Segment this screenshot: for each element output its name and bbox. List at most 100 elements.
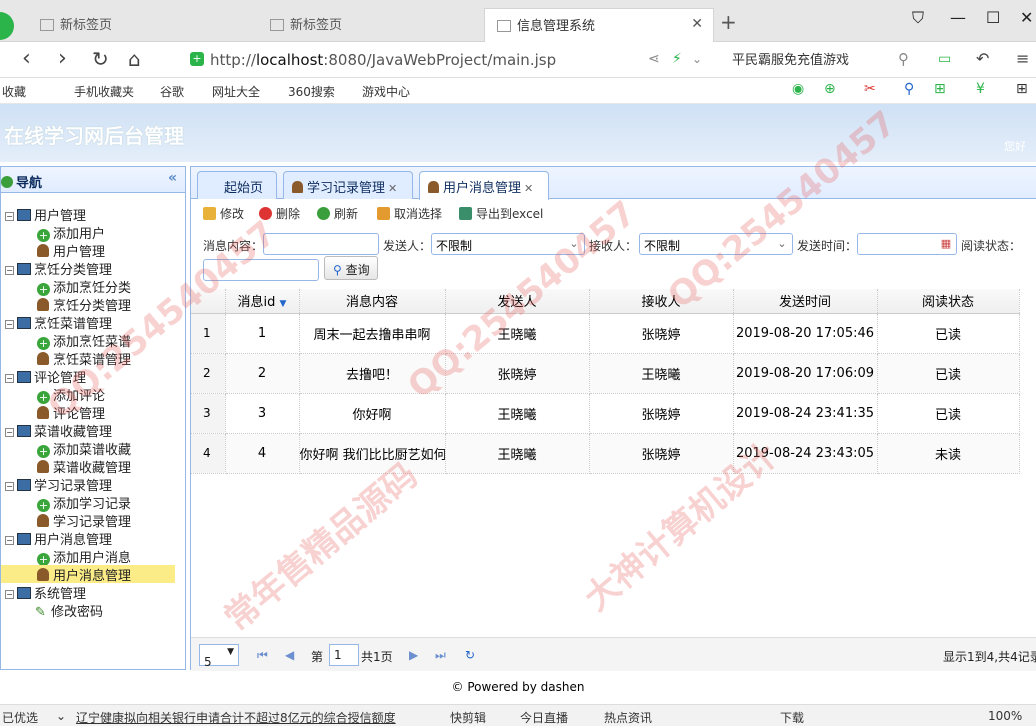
table-row[interactable]: 3 3 你好啊 王晓曦 张晓婷 2019-08-24 23:41:35 已读 [191,393,1020,434]
news-chevron-icon[interactable]: ⌄ [56,709,66,723]
zoom-level[interactable]: 100% [988,709,1022,723]
menu-icon[interactable]: ≡ [1016,49,1029,68]
magnifier-icon[interactable]: ⚲ [904,81,914,97]
col-send-time[interactable]: 发送时间 [733,289,878,314]
battery-icon[interactable]: ▭ [938,51,951,67]
chevron-down-icon[interactable]: ⌄ [692,52,702,66]
sidebar-group[interactable]: − 烹饪分类管理 [1,259,112,278]
sidebar-item[interactable]: + 添加评论 [1,385,105,404]
query-button[interactable]: ⚲ 查询 [324,256,378,280]
export-excel-button[interactable]: 导出到excel [459,205,543,222]
sidebar-item[interactable]: + 添加学习记录 [1,493,131,512]
status-news[interactable]: 热点资讯 [604,709,652,726]
col-read-status[interactable]: 阅读状态 [877,289,1020,314]
send-time-input[interactable]: ▦ [857,233,957,255]
sidebar-group[interactable]: − 用户管理 [1,205,86,224]
read-status-input[interactable] [203,259,319,281]
sender-select[interactable]: 不限制 ⌄ [431,233,585,255]
sidebar-item[interactable]: 学习记录管理 [1,511,131,530]
sidebar-group[interactable]: − 系统管理 [1,583,86,602]
sidebar-group[interactable]: − 烹饪菜谱管理 [1,313,112,332]
grid-icon[interactable]: ⊞ [1016,81,1028,97]
search-icon[interactable]: ⚲ [898,50,909,68]
status-download[interactable]: 下载 [780,709,804,726]
sidebar-item[interactable]: + 添加用户消息 [1,547,131,566]
collapse-toggle-icon[interactable]: − [5,266,14,275]
scissors-icon[interactable]: ✂ [864,81,876,97]
extension-icon[interactable]: ◉ [792,81,804,97]
collapse-toggle-icon[interactable]: − [5,374,14,383]
undo-icon[interactable]: ↶ [976,49,989,68]
tab-home[interactable]: 起始页 [197,171,277,199]
home-icon[interactable]: ⌂ [128,47,141,71]
forward-icon[interactable]: › [58,46,67,71]
close-window-button[interactable]: ✕ [1020,8,1033,27]
collapse-toggle-icon[interactable]: − [5,320,14,329]
url-input[interactable]: + http://localhost:8080/JavaWebProject/m… [180,47,715,73]
reload-icon[interactable]: ↻ [465,648,475,662]
sidebar-item[interactable]: 烹饪分类管理 [1,295,131,314]
sidebar-item[interactable]: 用户消息管理 [1,565,175,584]
edit-button[interactable]: 修改 [203,205,244,222]
reload-icon[interactable]: ↻ [92,47,109,71]
calendar-icon[interactable]: ▦ [938,236,954,252]
sidebar-item[interactable]: 用户管理 [1,241,105,260]
browser-tab-3[interactable]: 信息管理系统 ✕ [484,8,714,42]
bookmark-google[interactable]: 谷歌 [160,83,184,100]
cancel-select-button[interactable]: 取消选择 [377,205,442,222]
bookmark-games[interactable]: 游戏中心 [362,83,410,100]
sidebar-item[interactable]: + 添加烹饪菜谱 [1,331,131,350]
browser-tab-1[interactable]: 新标签页 [28,8,252,42]
new-tab-button[interactable]: + [720,10,737,34]
next-page-icon[interactable]: ▶ [409,648,418,662]
table-row[interactable]: 2 2 去撸吧！ 张晓婷 王晓曦 2019-08-20 17:06:09 已读 [191,353,1020,394]
back-icon[interactable]: ‹ [22,46,31,71]
bookmark-360[interactable]: 360搜索 [288,83,335,100]
sidebar-group[interactable]: − 用户消息管理 [1,529,112,548]
page-size-select[interactable]: 5 ▼ [199,644,239,669]
table-row[interactable]: 4 4 你好啊 我们比比厨艺如何 王晓曦 张晓婷 2019-08-24 23:43:05 未… [191,433,1020,474]
sidebar-item[interactable]: 烹饪菜谱管理 [1,349,131,368]
col-receiver[interactable]: 接收人 [589,289,734,314]
refresh-button[interactable]: 刷新 [317,205,358,222]
prev-page-icon[interactable]: ◀ [285,648,294,662]
collapse-toggle-icon[interactable]: − [5,212,14,221]
sidebar-group[interactable]: − 评论管理 [1,367,86,386]
close-icon[interactable]: ✕ [524,182,533,195]
sidebar-item[interactable]: + 添加烹饪分类 [1,277,131,296]
bookmark-favorites[interactable]: 收藏 [2,83,26,100]
gamepad-icon[interactable]: ⊞ [934,81,946,97]
collapse-toggle-icon[interactable]: − [5,482,14,491]
bookmark-hao[interactable]: 网址大全 [212,83,260,100]
delete-button[interactable]: 删除 [259,205,300,222]
news-ticker[interactable]: 辽宁健康拟向相关银行申请合计不超过8亿元的综合授信额度 [76,709,396,726]
collapse-toggle-icon[interactable]: − [5,428,14,437]
col-message-id[interactable]: 消息id ▼ [225,289,300,314]
share-icon[interactable]: ⋖ [648,51,660,67]
shirt-icon[interactable]: ⛉ [912,8,924,28]
close-tab-icon[interactable]: ✕ [691,16,703,32]
close-icon[interactable]: ✕ [388,182,397,195]
bookmark-mobile[interactable]: 手机收藏夹 [74,83,134,100]
collapse-toggle-icon[interactable]: − [5,590,14,599]
sidebar-item[interactable]: + 添加用户 [1,223,105,242]
table-row[interactable]: 1 1 周末一起去撸串串啊 王晓曦 张晓婷 2019-08-20 17:05:46 已读 [191,313,1020,354]
last-page-icon[interactable]: ⏭ [435,648,446,663]
translate-icon[interactable]: ⊕ [824,81,836,97]
tab-user-messages[interactable]: 用户消息管理 ✕ [419,171,549,200]
receiver-select[interactable]: 不限制 ⌄ [639,233,793,255]
browser-tab-2[interactable]: 新标签页 [258,8,480,42]
collapse-toggle-icon[interactable]: − [5,536,14,545]
collapse-icon[interactable]: « [168,170,177,186]
maximize-button[interactable]: ☐ [986,8,1000,27]
sidebar-item[interactable]: ✎ 修改密码 [1,601,103,620]
col-content[interactable]: 消息内容 [299,289,446,314]
tab-study-records[interactable]: 学习记录管理 ✕ [283,171,413,199]
money-icon[interactable]: ¥ [976,81,985,97]
lightning-icon[interactable]: ⚡ [672,51,682,67]
sidebar-group[interactable]: − 菜谱收藏管理 [1,421,112,440]
minimize-button[interactable]: — [950,8,966,27]
first-page-icon[interactable]: ⏮ [257,648,268,663]
status-live[interactable]: 今日直播 [520,709,568,726]
page-number-input[interactable]: 1 [329,644,359,666]
